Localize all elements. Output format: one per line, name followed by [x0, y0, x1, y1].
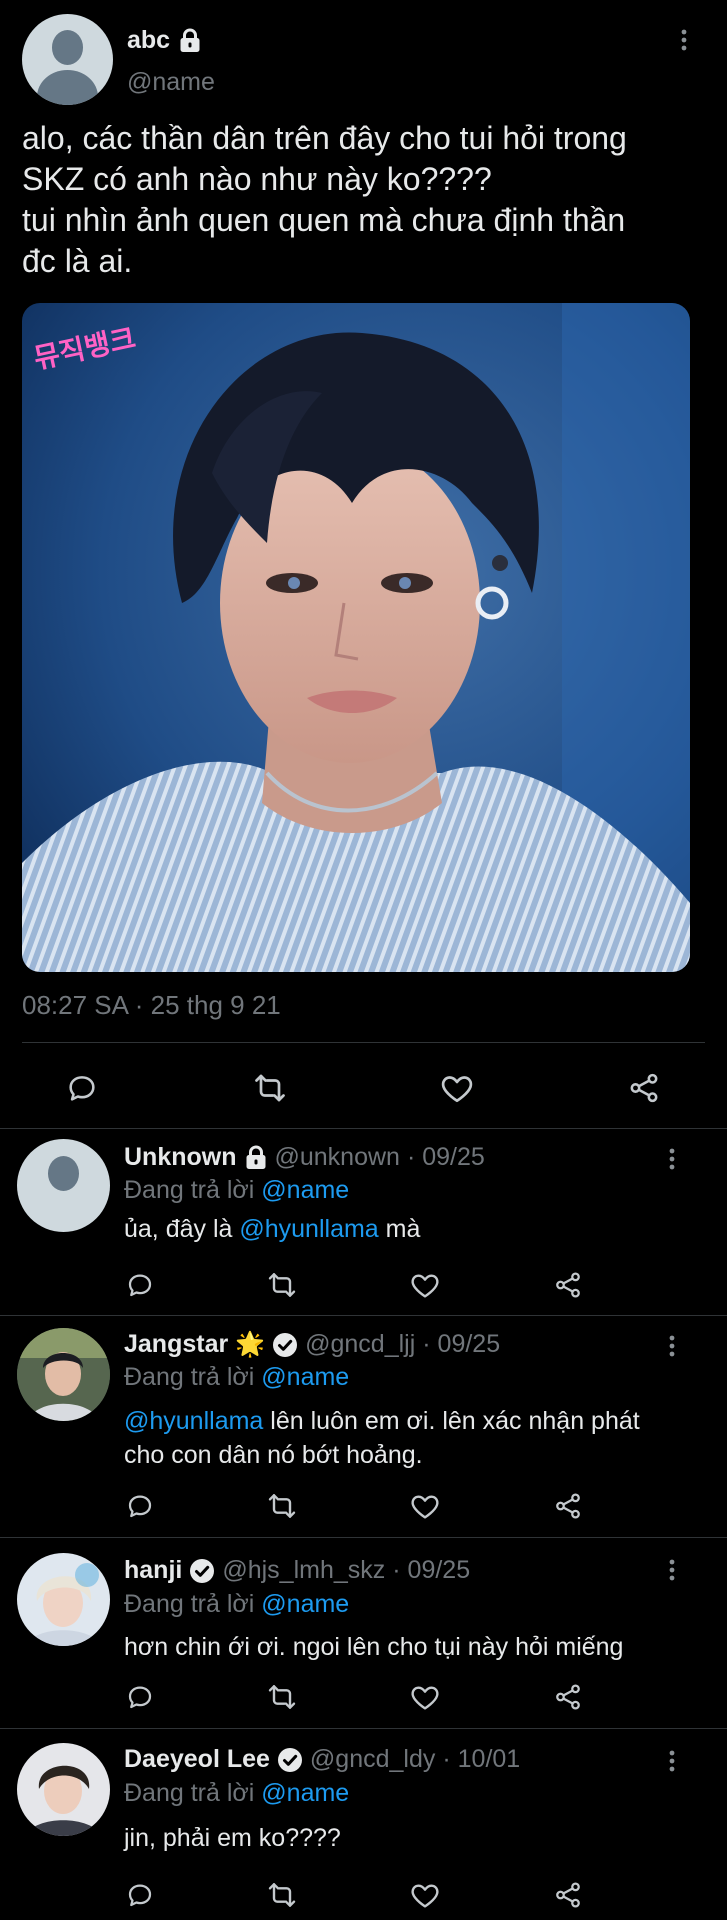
- main-tweet: abc @name alo, các thần dân trên đây cho…: [0, 0, 727, 1129]
- author-name-row[interactable]: abc: [127, 26, 202, 55]
- avatar[interactable]: [17, 1553, 110, 1646]
- reply-icon[interactable]: [122, 1877, 158, 1913]
- reply-icon[interactable]: [62, 1068, 102, 1108]
- avatar-body-shape: [36, 70, 99, 105]
- reply-text-line: cho con dân nó bớt hoảng.: [124, 1441, 423, 1469]
- reply-date[interactable]: · 10/01: [442, 1745, 520, 1774]
- mention-link[interactable]: @hyunllama: [124, 1407, 263, 1435]
- replying-to: Đang trả lời @name: [124, 1779, 349, 1808]
- share-icon[interactable]: [550, 1267, 586, 1303]
- reply-date[interactable]: · 09/25: [422, 1330, 500, 1359]
- reply-date[interactable]: · 09/25: [392, 1556, 470, 1585]
- reply-tweet[interactable]: Daeyeol Lee @gncd_ldy · 10/01 Đang trả l…: [0, 1729, 727, 1920]
- reply-display-name[interactable]: Jangstar: [124, 1330, 228, 1359]
- reply-text-part: ủa, đây là: [124, 1215, 233, 1243]
- lock-icon: [244, 1145, 268, 1171]
- tweet-text-line: tui nhìn ảnh quen quen mà chưa định thần: [22, 202, 626, 238]
- replying-to-handle[interactable]: @name: [261, 1779, 349, 1807]
- more-vertical-icon[interactable]: [680, 28, 688, 52]
- author-display-name[interactable]: abc: [127, 26, 170, 55]
- like-icon[interactable]: [407, 1679, 443, 1715]
- reply-tweet[interactable]: Unknown @unknown · 09/25 Đang trả lời @n…: [0, 1129, 727, 1315]
- retweet-icon[interactable]: [264, 1267, 300, 1303]
- reply-text: @hyunllama lên luôn em ơi. lên xác nhận …: [124, 1404, 704, 1472]
- retweet-icon[interactable]: [264, 1679, 300, 1715]
- replying-prefix: Đang trả lời: [124, 1176, 255, 1204]
- reply-icon[interactable]: [122, 1679, 158, 1715]
- replying-to: Đang trả lời @name: [124, 1176, 349, 1205]
- share-icon[interactable]: [550, 1877, 586, 1913]
- tweet-text-line: đc là ai.: [22, 243, 133, 279]
- replying-to: Đang trả lời @name: [124, 1590, 349, 1619]
- avatar[interactable]: [17, 1328, 110, 1421]
- replying-to: Đang trả lời @name: [124, 1363, 349, 1392]
- reply-handle[interactable]: @gncd_ldy: [310, 1745, 435, 1774]
- avatar-photo: [17, 1553, 110, 1646]
- tweet-text-line: alo, các thần dân trên đây cho tui hỏi t…: [22, 120, 627, 156]
- reply-display-name[interactable]: hanji: [124, 1556, 182, 1585]
- reply-icon[interactable]: [122, 1488, 158, 1524]
- reply-icon[interactable]: [122, 1267, 158, 1303]
- verified-badge-icon: [277, 1747, 303, 1773]
- reply-date[interactable]: · 09/25: [407, 1143, 485, 1172]
- retweet-icon[interactable]: [250, 1068, 290, 1108]
- avatar-head-shape: [47, 1155, 80, 1192]
- like-icon[interactable]: [407, 1488, 443, 1524]
- avatar-photo: [17, 1743, 110, 1836]
- reply-handle[interactable]: @hjs_lmh_skz: [222, 1556, 385, 1585]
- avatar[interactable]: [17, 1743, 110, 1836]
- reply-text-part: lên luôn em ơi. lên xác nhận phát: [270, 1407, 640, 1435]
- more-vertical-icon[interactable]: [668, 1749, 676, 1773]
- more-vertical-icon[interactable]: [668, 1558, 676, 1582]
- verified-badge-icon: [272, 1332, 298, 1358]
- reply-text-part: mà: [385, 1215, 421, 1243]
- mention-link[interactable]: @hyunllama: [239, 1215, 378, 1243]
- reply-handle[interactable]: @unknown: [275, 1143, 400, 1172]
- retweet-icon[interactable]: [264, 1877, 300, 1913]
- replying-prefix: Đang trả lời: [124, 1363, 255, 1391]
- share-icon[interactable]: [550, 1488, 586, 1524]
- share-icon[interactable]: [550, 1679, 586, 1715]
- reply-text: hơn chin ới ơi. ngoi lên cho tụi này hỏi…: [124, 1633, 624, 1661]
- star-emoji: 🌟: [235, 1331, 266, 1358]
- author-handle[interactable]: @name: [127, 68, 215, 97]
- avatar-head-shape: [52, 30, 83, 65]
- reply-header: hanji @hjs_lmh_skz · 09/25: [124, 1556, 470, 1585]
- reply-text: jin, phải em ko????: [124, 1824, 341, 1852]
- like-icon[interactable]: [437, 1068, 477, 1108]
- reply-text-line: @hyunllama lên luôn em ơi. lên xác nhận …: [124, 1404, 704, 1438]
- share-icon[interactable]: [624, 1068, 664, 1108]
- reply-display-name[interactable]: Unknown: [124, 1143, 237, 1172]
- replying-to-handle[interactable]: @name: [261, 1363, 349, 1391]
- more-vertical-icon[interactable]: [668, 1334, 676, 1358]
- like-icon[interactable]: [407, 1267, 443, 1303]
- retweet-icon[interactable]: [264, 1488, 300, 1524]
- tweet-timestamp[interactable]: 08:27 SA · 25 thg 9 21: [22, 990, 281, 1021]
- like-icon[interactable]: [407, 1877, 443, 1913]
- photo-illustration: 뮤직뱅크: [22, 303, 690, 972]
- reply-tweet[interactable]: Jangstar 🌟 @gncd_ljj · 09/25 Đang trả lờ…: [0, 1316, 727, 1536]
- reply-header: Daeyeol Lee @gncd_ldy · 10/01: [124, 1745, 520, 1774]
- avatar-photo: [17, 1328, 110, 1421]
- avatar[interactable]: [22, 14, 113, 105]
- verified-badge-icon: [189, 1558, 215, 1584]
- tweet-media-photo[interactable]: 뮤직뱅크: [22, 303, 690, 972]
- avatar[interactable]: [17, 1139, 110, 1232]
- replying-prefix: Đang trả lời: [124, 1779, 255, 1807]
- replying-to-handle[interactable]: @name: [261, 1590, 349, 1618]
- more-vertical-icon[interactable]: [668, 1147, 676, 1171]
- reply-handle[interactable]: @gncd_ljj: [305, 1330, 415, 1359]
- divider: [22, 1042, 705, 1043]
- tweet-text-line: SKZ có anh nào như này ko????: [22, 161, 492, 197]
- replying-prefix: Đang trả lời: [124, 1590, 255, 1618]
- reply-header: Jangstar 🌟 @gncd_ljj · 09/25: [124, 1330, 500, 1359]
- reply-tweet[interactable]: hanji @hjs_lmh_skz · 09/25 Đang trả lời …: [0, 1538, 727, 1728]
- lock-icon: [178, 28, 202, 54]
- replying-to-handle[interactable]: @name: [261, 1176, 349, 1204]
- reply-display-name[interactable]: Daeyeol Lee: [124, 1745, 270, 1774]
- reply-text: ủa, đây là @hyunllama mà: [124, 1212, 704, 1246]
- tweet-text: alo, các thần dân trên đây cho tui hỏi t…: [22, 118, 712, 282]
- reply-header: Unknown @unknown · 09/25: [124, 1143, 485, 1172]
